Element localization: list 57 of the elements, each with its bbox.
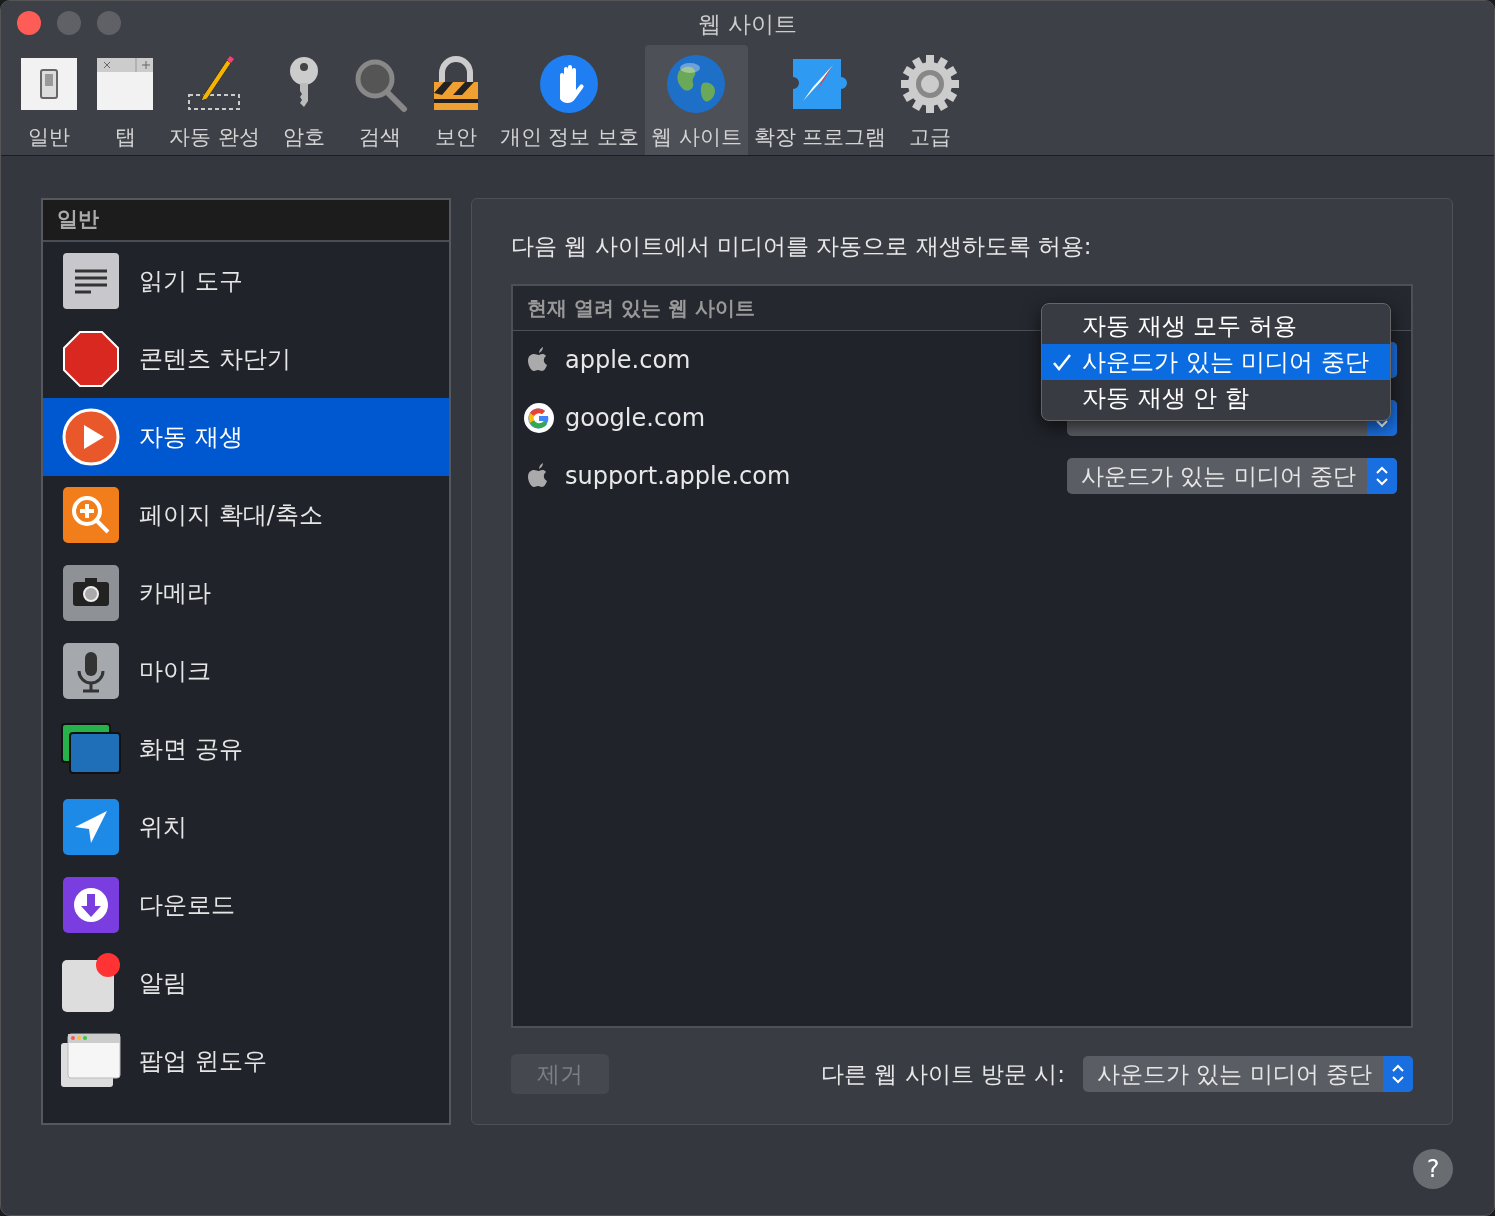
menu-item[interactable]: 자동 재생 안 함: [1042, 380, 1390, 416]
sidebar-item[interactable]: 콘텐츠 차단기: [43, 320, 449, 398]
tabs-icon: [96, 55, 154, 113]
popup-button[interactable]: 사운드가 있는 미디어 중단: [1067, 458, 1397, 494]
close-button[interactable]: [17, 11, 41, 35]
notification-icon: [60, 952, 122, 1014]
menu-item[interactable]: 사운드가 있는 미디어 중단: [1042, 344, 1390, 380]
toolbar-tab[interactable]: 확장 프로그램: [747, 45, 893, 155]
download-icon: [63, 877, 119, 933]
checkmark-icon: [1052, 352, 1072, 372]
window-title: 웹 사이트: [697, 11, 798, 37]
toolbar-tab[interactable]: 일반: [11, 45, 87, 155]
microphone-icon: [63, 643, 119, 699]
minimize-button[interactable]: [57, 11, 81, 35]
screens-icon: [61, 723, 121, 775]
sidebar-header: 일반: [43, 200, 449, 242]
toolbar-tab[interactable]: 고급: [892, 45, 969, 155]
zoom-icon: [63, 487, 119, 543]
website-name: support.apple.com: [565, 462, 791, 490]
stop-sign-icon: [63, 331, 119, 387]
camera-icon: [63, 565, 119, 621]
sidebar-item[interactable]: 위치: [43, 788, 449, 866]
chevron-updown-icon: [1375, 465, 1389, 487]
popup-button[interactable]: 사운드가 있는 미디어 중단: [1083, 1056, 1413, 1092]
toolbar-tab[interactable]: 검색: [341, 45, 418, 155]
g-logo-icon: [523, 402, 555, 434]
website-name: apple.com: [565, 346, 691, 374]
sidebar-item[interactable]: 다운로드: [43, 866, 449, 944]
sidebar-item[interactable]: 팝업 윈도우: [43, 1022, 449, 1100]
sidebar-item[interactable]: 알림: [43, 944, 449, 1022]
sidebar-item[interactable]: 마이크: [43, 632, 449, 710]
reader-icon: [63, 253, 119, 309]
hand-icon: [538, 53, 601, 115]
popup-window-icon: [60, 1033, 122, 1089]
chevron-updown-icon: [1391, 1063, 1405, 1085]
other-sites-label: 다른 웹 사이트 방문 시:: [820, 1059, 1066, 1089]
toolbar-tab[interactable]: 암호: [265, 45, 342, 155]
toolbar-tab[interactable]: 자동 완성: [163, 45, 266, 155]
sidebar-item[interactable]: 자동 재생: [43, 398, 449, 476]
sidebar-item[interactable]: 읽기 도구: [43, 242, 449, 320]
toolbar-tab[interactable]: 보안: [417, 45, 494, 155]
gear-icon: [899, 53, 962, 115]
sidebar-item[interactable]: 페이지 확대/축소: [43, 476, 449, 554]
toolbar-tab[interactable]: 웹 사이트: [645, 45, 748, 155]
apple-logo-icon: [528, 463, 550, 489]
globe-icon: [665, 53, 728, 115]
toolbar-tab[interactable]: 개인 정보 보호: [493, 45, 646, 155]
website-name: google.com: [565, 404, 706, 432]
help-button[interactable]: ?: [1413, 1149, 1453, 1189]
apple-logo-icon: [528, 347, 550, 373]
play-icon: [62, 408, 120, 466]
sidebar-item[interactable]: 화면 공유: [43, 710, 449, 788]
zoom-button[interactable]: [97, 11, 121, 35]
toolbar-tab[interactable]: 탭: [87, 45, 163, 155]
switch-icon: [20, 55, 78, 113]
panel-heading: 다음 웹 사이트에서 미디어를 자동으로 재생하도록 허용:: [511, 232, 1093, 261]
sidebar-item[interactable]: 카메라: [43, 554, 449, 632]
